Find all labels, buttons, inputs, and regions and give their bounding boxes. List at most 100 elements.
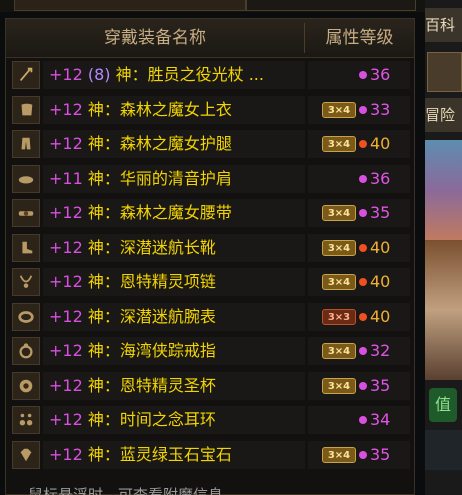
enhance-level: +12 xyxy=(49,375,83,395)
shoulder-icon[interactable] xyxy=(12,164,40,193)
tab-equipment[interactable] xyxy=(14,0,246,11)
right-side-panel: 百科 冒险 值 xyxy=(425,0,462,495)
attribute-dot xyxy=(359,278,367,286)
attribute-level: 32 xyxy=(370,341,391,360)
earring-icon[interactable] xyxy=(12,406,40,434)
equipment-row[interactable]: +12 神：时间之念耳环 34 xyxy=(10,404,410,436)
item-name[interactable]: +12 神：恩特精灵圣杯 xyxy=(43,371,305,400)
adventure-button[interactable]: 冒险 xyxy=(425,98,462,132)
equipment-row[interactable]: +12 神：恩特精灵项链 3×4 40 xyxy=(10,266,410,298)
equipment-row[interactable]: +12 神：深潜迷航长靴 3×4 40 xyxy=(10,232,410,264)
item-title: 神：森林之魔女腰带 xyxy=(87,203,232,222)
attribute-cell: 3×4 32 xyxy=(308,337,410,365)
enhance-level: +12 xyxy=(49,444,83,464)
attribute-dot xyxy=(359,71,367,79)
attribute-dot xyxy=(359,381,367,390)
side-bottom-panel xyxy=(425,430,462,470)
attribute-level: 40 xyxy=(370,306,391,326)
side-icon-button[interactable] xyxy=(427,52,462,92)
attribute-dot xyxy=(359,209,367,217)
attribute-level: 34 xyxy=(370,410,391,429)
tab-other[interactable] xyxy=(246,0,416,11)
attribute-level: 40 xyxy=(370,272,391,291)
attribute-level: 36 xyxy=(370,168,391,188)
item-name[interactable]: +12 神：深潜迷航长靴 xyxy=(43,233,305,262)
item-name[interactable]: +12 神：森林之魔女腰带 xyxy=(43,199,305,227)
equipment-row[interactable]: +12 (8) 神：胜员之役光杖 ... 36 xyxy=(10,59,410,91)
item-name[interactable]: +12 (8) 神：胜员之役光杖 ... xyxy=(43,61,305,89)
weapon-icon[interactable] xyxy=(12,61,40,89)
item-name[interactable]: +12 神：海湾侠踪戒指 xyxy=(43,337,305,365)
item-name[interactable]: +12 神：蓝灵绿玉石宝石 xyxy=(43,440,305,469)
attribute-dot xyxy=(359,243,367,252)
enchant-badge[interactable]: 3×4 xyxy=(322,377,356,394)
equipment-row[interactable]: +12 神：海湾侠踪戒指 3×4 32 xyxy=(10,335,410,367)
attribute-level: 35 xyxy=(370,444,391,464)
attribute-dot xyxy=(359,347,367,355)
enchant-badge[interactable]: 3×4 xyxy=(322,239,356,256)
equipment-row[interactable]: +12 神：森林之魔女上衣 3×4 33 xyxy=(10,94,410,126)
encyclopedia-button[interactable]: 百科 xyxy=(425,8,462,42)
boots-icon[interactable] xyxy=(12,233,40,262)
attribute-dot xyxy=(359,416,367,424)
pants-icon[interactable] xyxy=(12,130,40,158)
item-name[interactable]: +12 神：森林之魔女上衣 xyxy=(43,95,305,124)
gem-icon[interactable] xyxy=(12,440,40,469)
item-title: 神：森林之魔女护腿 xyxy=(87,134,232,153)
item-title: 神：恩特精灵项链 xyxy=(87,272,216,291)
item-name[interactable]: +12 神：恩特精灵项链 xyxy=(43,268,305,296)
equipment-row[interactable]: +12 神：森林之魔女护腿 3×4 40 xyxy=(10,128,410,160)
value-tag[interactable]: 值 xyxy=(429,388,457,422)
attribute-cell: 34 xyxy=(308,406,410,434)
enhance-level: +12 xyxy=(49,341,83,360)
attribute-cell: 36 xyxy=(308,164,410,193)
table-header: 穿戴装备名称 属性等级 xyxy=(6,19,414,58)
enchant-badge[interactable]: 3×4 xyxy=(322,205,356,221)
item-title: 神：蓝灵绿玉石宝石 xyxy=(87,444,232,464)
header-attr-column: 属性等级 xyxy=(325,28,394,48)
ring-icon[interactable] xyxy=(12,337,40,365)
footer-tip: 鼠标悬浮时，可查看附魔信息 xyxy=(28,486,224,495)
header-name-column: 穿戴装备名称 xyxy=(104,28,206,48)
enchant-badge[interactable]: 3×4 xyxy=(322,136,356,152)
attribute-cell: 3×3 40 xyxy=(308,302,410,331)
equipment-row[interactable]: +12 神：恩特精灵圣杯 3×4 35 xyxy=(10,370,410,402)
item-name[interactable]: +12 神：时间之念耳环 xyxy=(43,406,305,434)
item-name[interactable]: +12 神：深潜迷航腕表 xyxy=(43,302,305,331)
attribute-dot xyxy=(359,140,367,148)
equipment-row[interactable]: +12 神：蓝灵绿玉石宝石 3×4 35 xyxy=(10,439,410,471)
equipment-row[interactable]: +12 神：深潜迷航腕表 3×3 40 xyxy=(10,301,410,333)
attribute-cell: 3×4 35 xyxy=(308,199,410,227)
enchant-badge[interactable]: 3×4 xyxy=(322,274,356,290)
belt-icon[interactable] xyxy=(12,199,40,227)
enchant-badge[interactable]: 3×4 xyxy=(322,101,356,118)
bracelet-icon[interactable] xyxy=(12,302,40,331)
item-name[interactable]: +12 神：森林之魔女护腿 xyxy=(43,130,305,158)
attribute-level: 40 xyxy=(370,237,391,257)
enchant-badge[interactable]: 3×3 xyxy=(322,308,356,325)
tab-strip xyxy=(0,0,425,12)
attribute-cell: 3×4 40 xyxy=(308,233,410,262)
attribute-dot xyxy=(359,312,367,321)
item-name[interactable]: +11 神：华丽的清音护肩 xyxy=(43,164,305,193)
character-portrait xyxy=(425,140,462,240)
support-icon[interactable] xyxy=(12,371,40,400)
necklace-icon[interactable] xyxy=(12,268,40,296)
enchant-badge[interactable]: 3×4 xyxy=(322,446,356,463)
coat-icon[interactable] xyxy=(12,95,40,124)
item-title: 神：森林之魔女上衣 xyxy=(87,99,232,119)
item-title: 神：海湾侠踪戒指 xyxy=(87,341,216,360)
equipment-row[interactable]: +12 神：森林之魔女腰带 3×4 35 xyxy=(10,197,410,229)
attribute-level: 33 xyxy=(370,99,391,119)
enhance-level: +12 xyxy=(49,272,83,291)
equipment-panel: 穿戴装备名称 属性等级 +12 (8) 神：胜员之役光杖 ... 36 +12 … xyxy=(5,18,415,495)
item-title: 神：时间之念耳环 xyxy=(87,410,216,429)
enhance-level: +12 xyxy=(49,237,83,257)
enhance-level: +12 xyxy=(49,306,83,326)
equipment-row[interactable]: +11 神：华丽的清音护肩 36 xyxy=(10,163,410,195)
enhance-level: +12 xyxy=(49,203,83,222)
item-title: 神：深潜迷航长靴 xyxy=(87,237,216,257)
attribute-level: 35 xyxy=(370,375,391,395)
attribute-dot xyxy=(359,450,367,459)
enchant-badge[interactable]: 3×4 xyxy=(322,343,356,359)
